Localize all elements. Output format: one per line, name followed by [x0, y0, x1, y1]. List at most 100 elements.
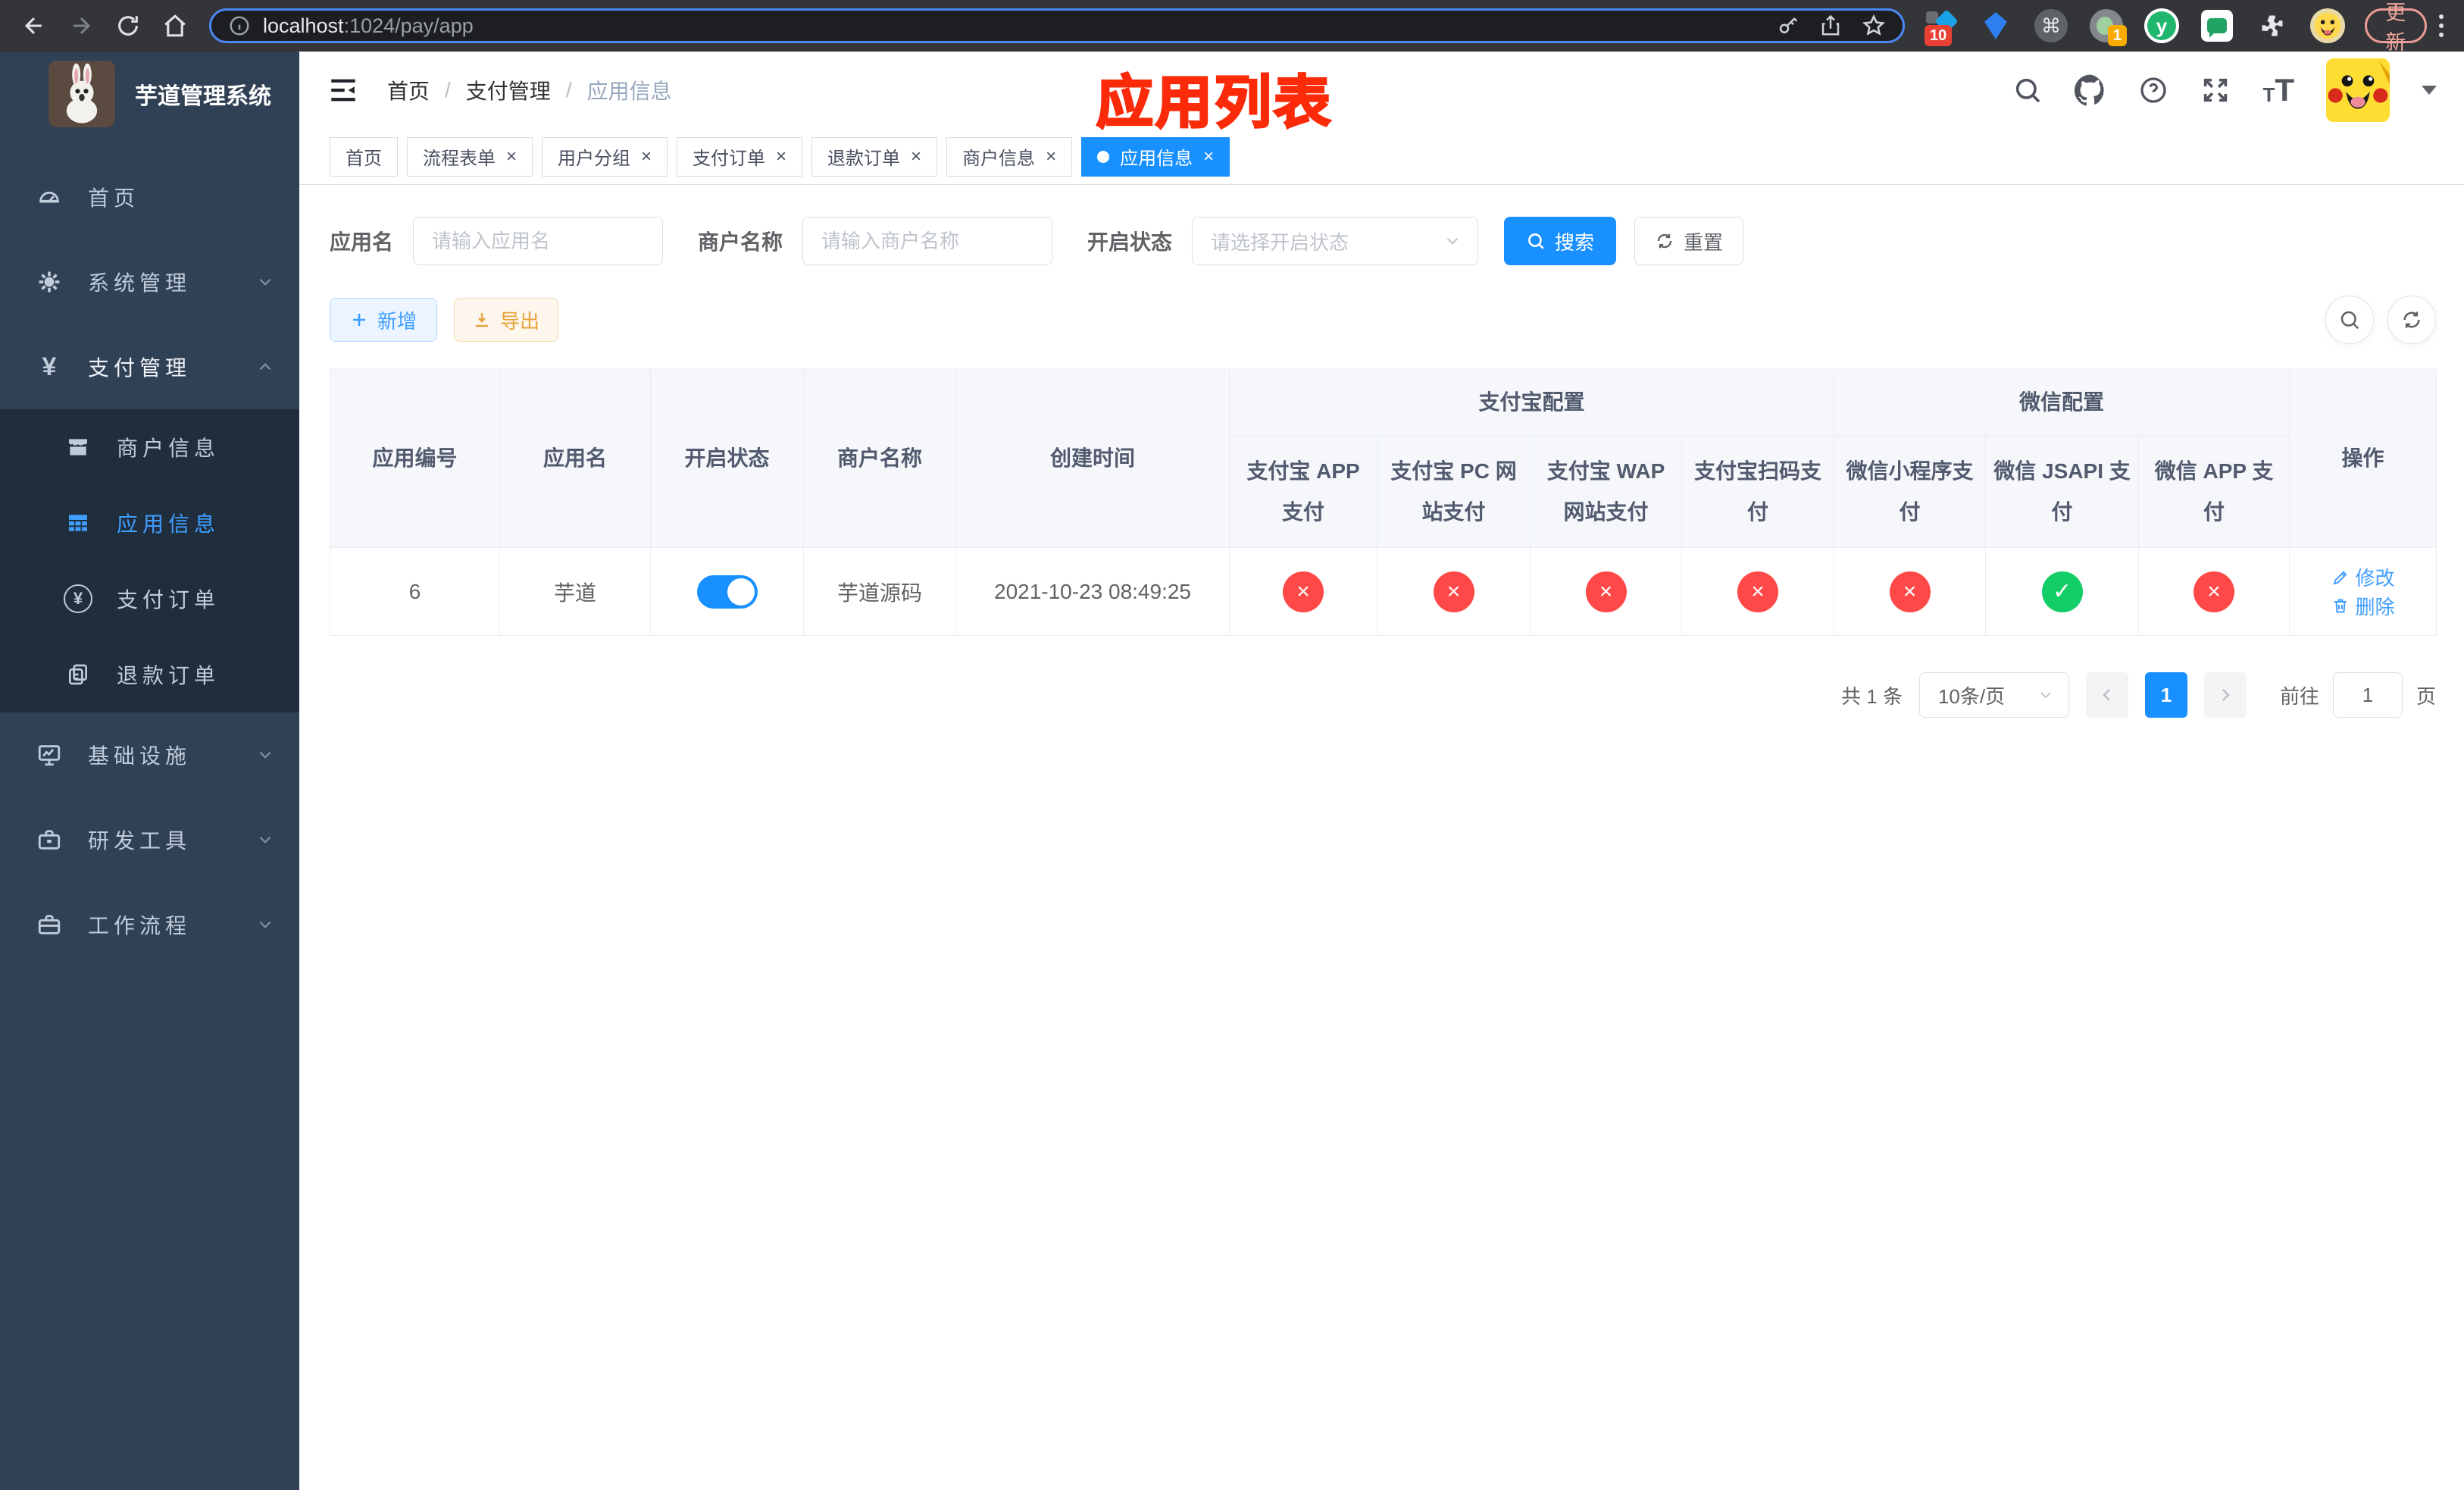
next-page-button[interactable] — [2203, 672, 2247, 718]
page-number-1[interactable]: 1 — [2144, 672, 2187, 718]
extension-chat-icon[interactable] — [2200, 8, 2234, 43]
search-button[interactable]: 搜索 — [1504, 217, 1617, 265]
sidebar-item-merchant-info[interactable]: 商户信息 — [0, 409, 299, 485]
gear-icon — [33, 269, 65, 295]
col-alipay-pc: 支付宝 PC 网站支付 — [1377, 435, 1531, 548]
url-path: :1024/pay/app — [343, 14, 474, 37]
sidebar-item-workflow[interactable]: 工作流程 — [0, 882, 299, 967]
chrome-update-button[interactable]: 更新 — [2365, 2, 2427, 54]
extension-command-icon[interactable]: ⌘ — [2034, 8, 2068, 43]
table-row: 6 芋道 芋道源码 2021-10-23 08:49:25 × × × × × … — [330, 547, 2437, 636]
breadcrumb-current: 应用信息 — [586, 80, 672, 103]
goto-label: 前往 — [2279, 684, 2319, 708]
app-logo[interactable]: 芋道管理系统 — [0, 52, 299, 136]
close-icon[interactable]: × — [1203, 146, 1214, 167]
col-wechat-app: 微信 APP 支付 — [2138, 435, 2290, 548]
key-icon[interactable] — [1777, 14, 1800, 37]
extensions-puzzle-icon[interactable] — [2255, 8, 2290, 43]
col-actions: 操作 — [2289, 368, 2437, 548]
cell-merchant: 芋道源码 — [803, 547, 956, 636]
profile-avatar-icon[interactable] — [2310, 8, 2345, 43]
extension-badge: 1 — [2107, 25, 2127, 46]
sidebar-item-system[interactable]: 系统管理 — [0, 239, 299, 324]
extension-grid-icon[interactable]: 10 — [1923, 8, 1959, 46]
sidebar-item-app-info[interactable]: 应用信息 — [0, 485, 299, 561]
url-bar[interactable]: localhost:1024/pay/app — [209, 8, 1905, 43]
sidebar-item-dev-tools[interactable]: 研发工具 — [0, 797, 299, 882]
tab-refund-orders[interactable]: 退款订单 × — [811, 136, 938, 177]
page-size-select[interactable]: 10条/页 — [1918, 672, 2069, 718]
extension-y-icon[interactable]: y — [2144, 8, 2179, 43]
status-select[interactable]: 请选择开启状态 — [1192, 217, 1479, 265]
back-icon[interactable] — [14, 5, 55, 46]
chevron-down-icon[interactable] — [2422, 86, 2437, 102]
col-merchant: 商户名称 — [803, 368, 956, 548]
extension-badge: 10 — [1925, 25, 1953, 46]
sidebar-item-payment[interactable]: ¥ 支付管理 — [0, 324, 299, 409]
extension-gem-icon[interactable] — [1978, 8, 2013, 43]
tab-pay-orders[interactable]: 支付订单 × — [677, 136, 803, 177]
user-avatar[interactable] — [2326, 58, 2390, 122]
goto-page-input[interactable] — [2332, 672, 2403, 718]
status-alipay-pc: × — [1433, 571, 1474, 612]
document-icon — [62, 662, 94, 687]
col-wechat-jsapi: 微信 JSAPI 支付 — [1985, 435, 2140, 548]
tab-merchant-info[interactable]: 商户信息 × — [946, 136, 1073, 177]
tab-user-group[interactable]: 用户分组 × — [542, 136, 668, 177]
close-icon[interactable]: × — [641, 146, 652, 167]
github-icon[interactable] — [2075, 74, 2106, 106]
collapse-sidebar-icon[interactable] — [327, 74, 360, 107]
search-form: 应用名 商户名称 开启状态 请选择开启状态 搜索 — [330, 217, 2436, 265]
delete-link[interactable]: 删除 — [2331, 592, 2395, 620]
merchant-name-input[interactable] — [802, 217, 1053, 265]
col-group-wechat: 微信配置 — [1834, 368, 2290, 436]
sidebar-item-home[interactable]: 首页 — [0, 155, 299, 239]
status-label: 开启状态 — [1087, 230, 1173, 254]
breadcrumb-home[interactable]: 首页 — [387, 75, 430, 105]
edit-link[interactable]: 修改 — [2331, 563, 2395, 591]
close-icon[interactable]: × — [506, 146, 517, 167]
sidebar-item-pay-orders[interactable]: ¥ 支付订单 — [0, 561, 299, 637]
home-icon[interactable] — [155, 5, 195, 46]
status-wechat-jsapi: ✓ — [2041, 571, 2083, 612]
site-info-icon[interactable] — [228, 14, 251, 37]
refresh-button[interactable] — [2387, 296, 2436, 344]
share-icon[interactable] — [1819, 14, 1842, 37]
close-icon[interactable]: × — [911, 146, 921, 167]
tab-home[interactable]: 首页 — [330, 136, 398, 177]
breadcrumb-payment[interactable]: 支付管理 — [466, 75, 551, 105]
yen-icon: ¥ — [42, 352, 57, 381]
reload-icon[interactable] — [108, 5, 149, 46]
col-app-id: 应用编号 — [330, 368, 500, 548]
tab-process-form[interactable]: 流程表单 × — [407, 136, 533, 177]
fullscreen-icon[interactable] — [2200, 75, 2231, 105]
prev-page-button[interactable] — [2085, 672, 2128, 718]
col-group-alipay: 支付宝配置 — [1228, 368, 1835, 436]
toggle-search-button[interactable] — [2325, 296, 2374, 344]
app-name-input[interactable] — [413, 217, 664, 265]
monitor-icon — [33, 742, 65, 768]
url-host: localhost — [263, 14, 344, 37]
extension-avatar-icon[interactable]: 1 — [2089, 8, 2127, 46]
sidebar-item-infrastructure[interactable]: 基础设施 — [0, 712, 299, 797]
page-content: 应用名 商户名称 开启状态 请选择开启状态 搜索 — [299, 185, 2464, 1490]
pagination-total: 共 1 条 — [1841, 684, 1903, 708]
cell-app-id: 6 — [330, 547, 500, 636]
briefcase-icon — [33, 912, 65, 938]
browser-menu-icon[interactable] — [2433, 8, 2450, 43]
font-size-icon[interactable]: TT — [2262, 74, 2294, 106]
close-icon[interactable]: × — [776, 146, 786, 167]
tab-app-info[interactable]: 应用信息 × — [1081, 136, 1230, 177]
enabled-toggle[interactable] — [696, 574, 758, 609]
sidebar-item-refund-orders[interactable]: 退款订单 — [0, 637, 299, 712]
bookmark-star-icon[interactable] — [1862, 14, 1886, 38]
topbar: 首页 / 支付管理 / 应用信息 TT — [299, 52, 2464, 129]
export-button[interactable]: 导出 — [454, 298, 559, 342]
close-icon[interactable]: × — [1046, 146, 1056, 167]
forward-icon[interactable] — [61, 5, 102, 46]
reset-button[interactable]: 重置 — [1634, 217, 1744, 265]
search-icon[interactable] — [2012, 75, 2043, 105]
grid-icon — [62, 511, 94, 535]
add-button[interactable]: 新增 — [330, 298, 438, 342]
help-icon[interactable] — [2138, 75, 2169, 105]
